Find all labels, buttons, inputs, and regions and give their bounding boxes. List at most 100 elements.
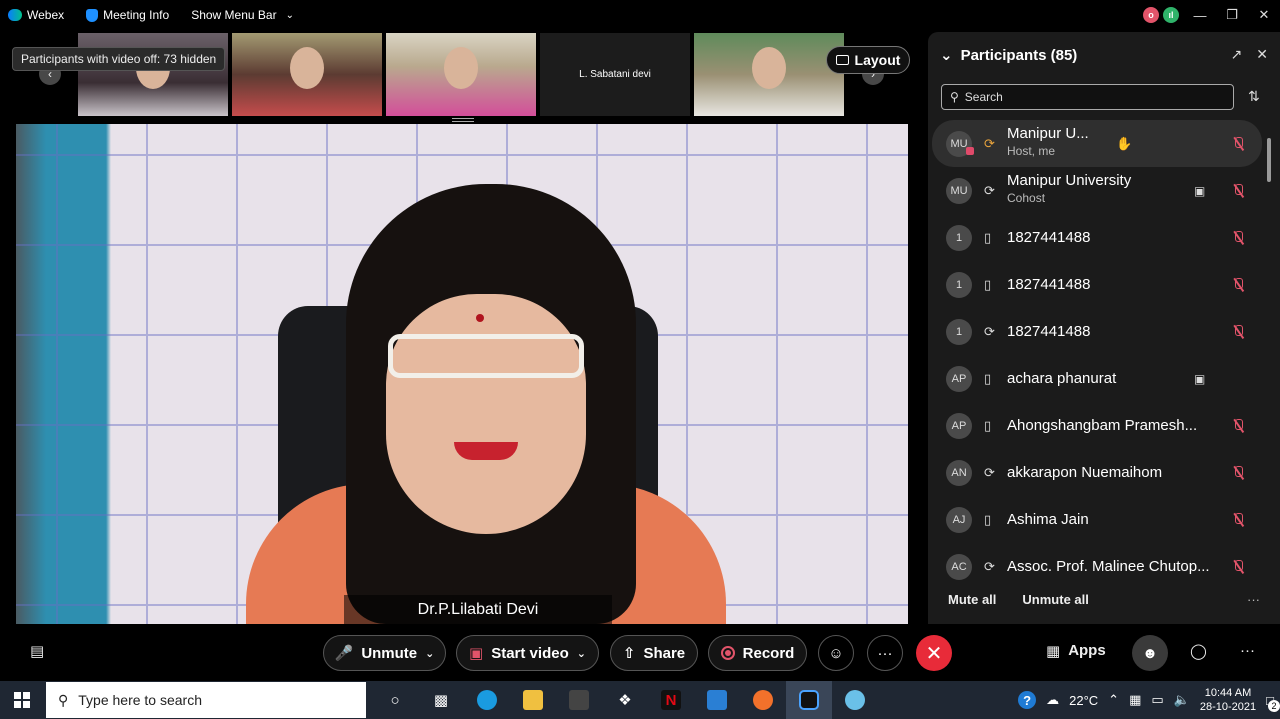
avatar: MU <box>946 177 972 204</box>
meeting-info-button[interactable]: Meeting Info <box>86 8 169 22</box>
chevron-down-icon[interactable]: ⌄ <box>425 647 434 660</box>
participant-row[interactable]: MU ⟳ Manipur University Cohost ▣ <box>932 167 1262 214</box>
mic-off-icon[interactable] <box>1232 230 1244 245</box>
mail-icon[interactable] <box>694 681 740 719</box>
phone-icon: ▯ <box>984 370 992 386</box>
participants-header[interactable]: ⌄ Participants (85) <box>940 46 1078 65</box>
weather-icon[interactable]: ☁ <box>1046 692 1059 708</box>
video-thumbnail[interactable] <box>78 33 228 116</box>
restore-icon[interactable]: ❐ <box>1216 7 1248 23</box>
start-video-button[interactable]: ▣ Start video ⌄ <box>456 635 599 671</box>
participants-title: Participants (85) <box>960 46 1078 64</box>
share-button[interactable]: ⇧ Share <box>610 635 698 671</box>
participant-video <box>444 47 478 89</box>
mic-off-icon[interactable] <box>1232 418 1244 433</box>
shield-icon <box>86 8 99 22</box>
audio-connection-icon: ⟳ <box>984 464 995 480</box>
raise-hand-icon[interactable]: ✋ <box>1116 136 1132 152</box>
chevron-down-icon[interactable]: ⌄ <box>577 647 586 660</box>
file-explorer-icon[interactable] <box>510 681 556 719</box>
participant-row[interactable]: 1 ▯ 1827441488 <box>932 261 1262 308</box>
unmute-button[interactable]: 🎤 Unmute ⌄ <box>323 635 446 671</box>
taskbar-apps: ○ ▩ ❖ N <box>372 681 878 719</box>
participant-row[interactable]: 1 ▯ 1827441488 <box>932 214 1262 261</box>
participant-row[interactable]: AP ▯ achara phanurat ▣ <box>932 355 1262 402</box>
notification-icon[interactable]: □2 <box>1266 693 1280 712</box>
help-icon[interactable]: ? <box>1018 691 1037 709</box>
mic-off-icon[interactable] <box>1232 136 1244 151</box>
avatar: 1 <box>946 224 972 251</box>
status-indicators: o ıl <box>1143 7 1179 23</box>
reactions-button[interactable]: ☺ <box>818 635 854 671</box>
store-icon[interactable] <box>556 681 602 719</box>
show-menu-bar-button[interactable]: Show Menu Bar ⌄ <box>191 8 294 22</box>
record-button[interactable]: Record <box>708 635 807 671</box>
participant-row[interactable]: AJ ▯ Ashima Jain <box>932 496 1262 543</box>
mic-off-icon[interactable] <box>1232 324 1244 339</box>
sort-icon[interactable]: ⇅ <box>1248 88 1260 105</box>
popout-icon[interactable]: ↗ <box>1231 46 1243 63</box>
webex-taskbar-icon[interactable] <box>786 681 832 719</box>
phone-icon: ▯ <box>984 511 992 527</box>
participant-row[interactable]: MU ⟳ Manipur U... Host, me ✋ <box>932 120 1262 167</box>
bindi <box>476 314 484 322</box>
close-icon[interactable]: ✕ <box>1256 46 1268 63</box>
more-options-icon[interactable]: ··· <box>1240 642 1255 659</box>
more-button[interactable]: ··· <box>867 635 903 671</box>
netflix-icon[interactable]: N <box>648 681 694 719</box>
video-thumbnail[interactable]: L. Sabatani devi <box>540 33 690 116</box>
firefox-icon[interactable] <box>740 681 786 719</box>
task-view-icon[interactable]: ▩ <box>418 681 464 719</box>
layout-icon <box>835 55 849 65</box>
webex-window: Webex Meeting Info Show Menu Bar ⌄ o ıl … <box>0 0 1280 719</box>
layout-button[interactable]: Layout <box>826 46 910 74</box>
chat-icon[interactable]: ◯ <box>1190 642 1207 660</box>
cortana-icon[interactable]: ○ <box>372 681 418 719</box>
avatar: MU <box>946 130 974 157</box>
taskbar-search-placeholder: Type here to search <box>78 692 203 708</box>
panel-actions: ↗ ✕ <box>1231 46 1268 63</box>
mic-off-icon[interactable] <box>1232 183 1244 198</box>
participant-row[interactable]: AP ▯ Ahongshangbam Pramesh... <box>932 402 1262 449</box>
scrollbar-thumb[interactable] <box>1267 138 1271 182</box>
chevron-down-icon: ⌄ <box>940 47 953 64</box>
taskbar-search-input[interactable]: ⚲ Type here to search <box>46 682 366 718</box>
participants-toggle-button[interactable]: ☻ <box>1132 635 1168 671</box>
apps-button[interactable]: ▦ Apps <box>1046 642 1106 660</box>
more-options-icon[interactable]: ··· <box>1247 592 1260 607</box>
clock[interactable]: 10:44 AM 28-10-2021 <box>1200 686 1256 714</box>
resize-handle[interactable] <box>452 118 474 122</box>
video-thumbnail[interactable] <box>386 33 536 116</box>
record-icon <box>720 646 735 660</box>
video-thumbnail[interactable] <box>694 33 844 116</box>
temperature[interactable]: 22°C <box>1069 693 1098 708</box>
battery-icon[interactable]: ▭ <box>1151 692 1163 708</box>
video-thumbnail[interactable] <box>232 33 382 116</box>
video-off-icon: ▣ <box>469 645 484 662</box>
chevron-up-icon[interactable]: ⌃ <box>1108 692 1119 708</box>
date: 28-10-2021 <box>1199 701 1257 713</box>
mic-off-icon[interactable] <box>1232 465 1244 480</box>
leave-meeting-button[interactable]: ✕ <box>916 635 952 671</box>
participant-name: Manipur U... <box>1007 125 1089 142</box>
mic-off-icon[interactable] <box>1232 559 1244 574</box>
mute-all-button[interactable]: Mute all <box>948 592 996 607</box>
volume-icon[interactable]: 🔈 <box>1174 692 1190 708</box>
participant-search-input[interactable]: ⚲ Search <box>941 84 1234 110</box>
webex-menu[interactable]: Webex <box>8 8 64 22</box>
network-icon[interactable]: ▦ <box>1129 692 1141 708</box>
edge-icon[interactable] <box>464 681 510 719</box>
participant-row[interactable]: 1 ⟳ 1827441488 <box>932 308 1262 355</box>
participant-scrollbar[interactable] <box>1266 120 1272 580</box>
windows-start-icon[interactable] <box>14 692 30 708</box>
participant-row[interactable]: AC ⟳ Assoc. Prof. Malinee Chutop... <box>932 543 1262 590</box>
close-window-icon[interactable]: ✕ <box>1248 7 1280 23</box>
minimize-icon[interactable]: — <box>1184 8 1216 23</box>
paint-icon[interactable] <box>832 681 878 719</box>
dropbox-icon[interactable]: ❖ <box>602 681 648 719</box>
mic-off-icon[interactable] <box>1232 277 1244 292</box>
participant-row[interactable]: AN ⟳ akkarapon Nuemaihom <box>932 449 1262 496</box>
captions-icon[interactable]: ▤ <box>30 642 44 660</box>
mic-off-icon[interactable] <box>1232 512 1244 527</box>
unmute-all-button[interactable]: Unmute all <box>1022 592 1088 607</box>
